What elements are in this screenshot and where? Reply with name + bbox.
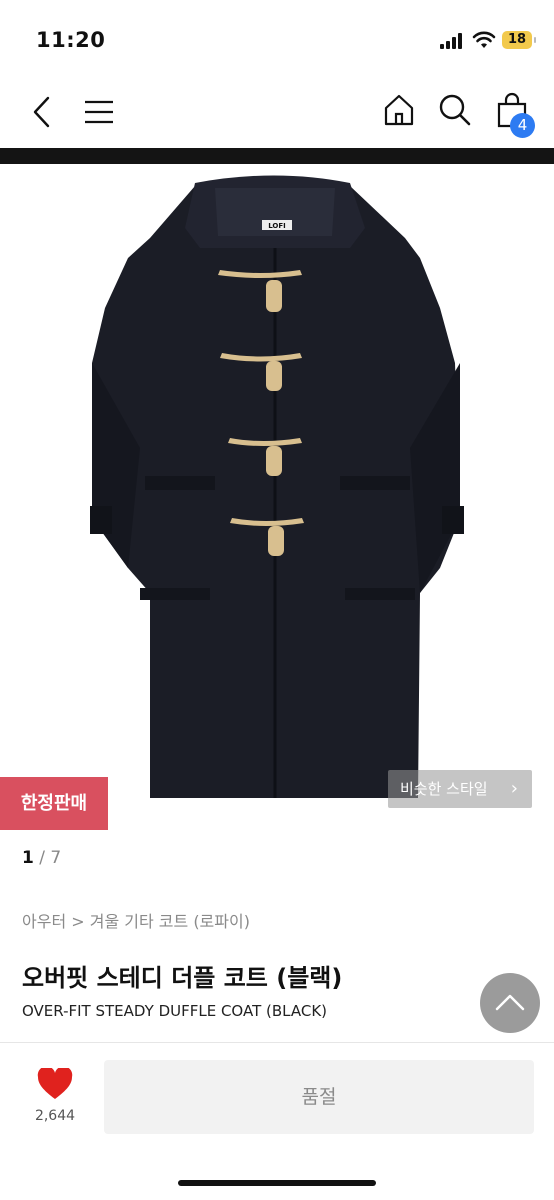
top-nav bbox=[0, 80, 554, 146]
duffle-coat-image: LOFI bbox=[90, 175, 464, 798]
product-image[interactable]: LOFI bbox=[0, 148, 554, 838]
limited-sale-badge: 한정판매 bbox=[0, 777, 108, 830]
pager-separator: / bbox=[33, 848, 51, 868]
wifi-icon bbox=[472, 31, 496, 48]
menu-icon[interactable] bbox=[84, 99, 114, 125]
pager-current: 1 bbox=[22, 848, 34, 868]
home-icon[interactable] bbox=[383, 93, 415, 127]
chevron-right-icon: › bbox=[510, 778, 518, 799]
image-pager: 1 / 7 bbox=[22, 848, 61, 868]
heart-icon bbox=[37, 1068, 73, 1099]
similar-style-button[interactable]: 비슷한 스타일 › bbox=[388, 770, 532, 808]
cart-count-badge: 4 bbox=[510, 113, 535, 138]
image-top-band bbox=[0, 148, 554, 164]
home-indicator bbox=[178, 1180, 376, 1186]
chevron-up-icon bbox=[495, 994, 525, 1011]
back-arrow-icon[interactable] bbox=[30, 95, 54, 129]
similar-style-label: 비슷한 스타일 bbox=[400, 780, 488, 798]
brand-label: LOFI bbox=[268, 222, 286, 230]
category-breadcrumb[interactable]: 아우터 > 겨울 기타 코트 (로파이) bbox=[22, 908, 250, 932]
pager-total: 7 bbox=[50, 848, 62, 868]
product-title: 오버핏 스테디 더플 코트 (블랙) bbox=[22, 964, 343, 992]
search-icon[interactable] bbox=[438, 93, 472, 127]
status-bar: 11:20 18 bbox=[0, 0, 554, 80]
product-subtitle: OVER-FIT STEADY DUFFLE COAT (BLACK) bbox=[22, 1002, 328, 1020]
status-time: 11:20 bbox=[36, 28, 106, 52]
divider bbox=[0, 1042, 554, 1043]
signal-icon bbox=[440, 33, 466, 49]
like-button[interactable]: 2,644 bbox=[30, 1068, 80, 1138]
like-count: 2,644 bbox=[34, 1108, 76, 1124]
scroll-top-button[interactable] bbox=[480, 973, 540, 1033]
battery-icon: 18 bbox=[502, 31, 536, 49]
soldout-button[interactable]: 품절 bbox=[104, 1060, 534, 1134]
